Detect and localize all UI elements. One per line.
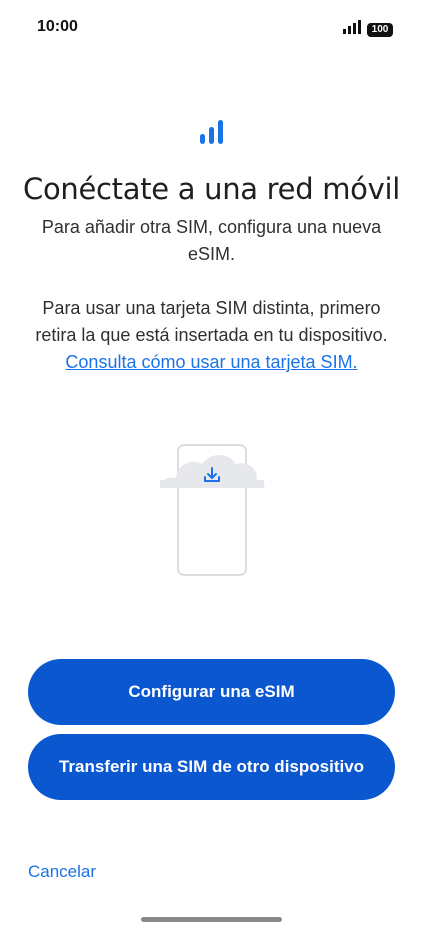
transfer-sim-button[interactable]: Transferir una SIM de otro dispositivo: [28, 734, 395, 800]
sim-instructions: Para usar una tarjeta SIM distinta, prim…: [24, 295, 399, 376]
cellular-signal-icon: [343, 20, 361, 39]
signal-bars-icon: [198, 118, 226, 151]
status-icons: 100: [343, 20, 393, 39]
sim-instructions-text: Para usar una tarjeta SIM distinta, prim…: [35, 298, 388, 345]
cancel-link[interactable]: Cancelar: [28, 862, 96, 882]
home-indicator[interactable]: [141, 917, 282, 922]
sim-help-link[interactable]: Consulta cómo usar una tarjeta SIM.: [65, 352, 357, 372]
battery-indicator: 100: [367, 22, 393, 37]
configure-esim-button[interactable]: Configurar una eSIM: [28, 659, 395, 725]
phone-cloud-download-icon: [158, 440, 268, 580]
status-bar: 10:00 100: [0, 0, 423, 56]
page-subtitle: Para añadir otra SIM, configura una nuev…: [41, 217, 382, 264]
page-title: Conéctate a una red móvil: [23, 172, 400, 206]
status-time: 10:00: [37, 18, 78, 35]
